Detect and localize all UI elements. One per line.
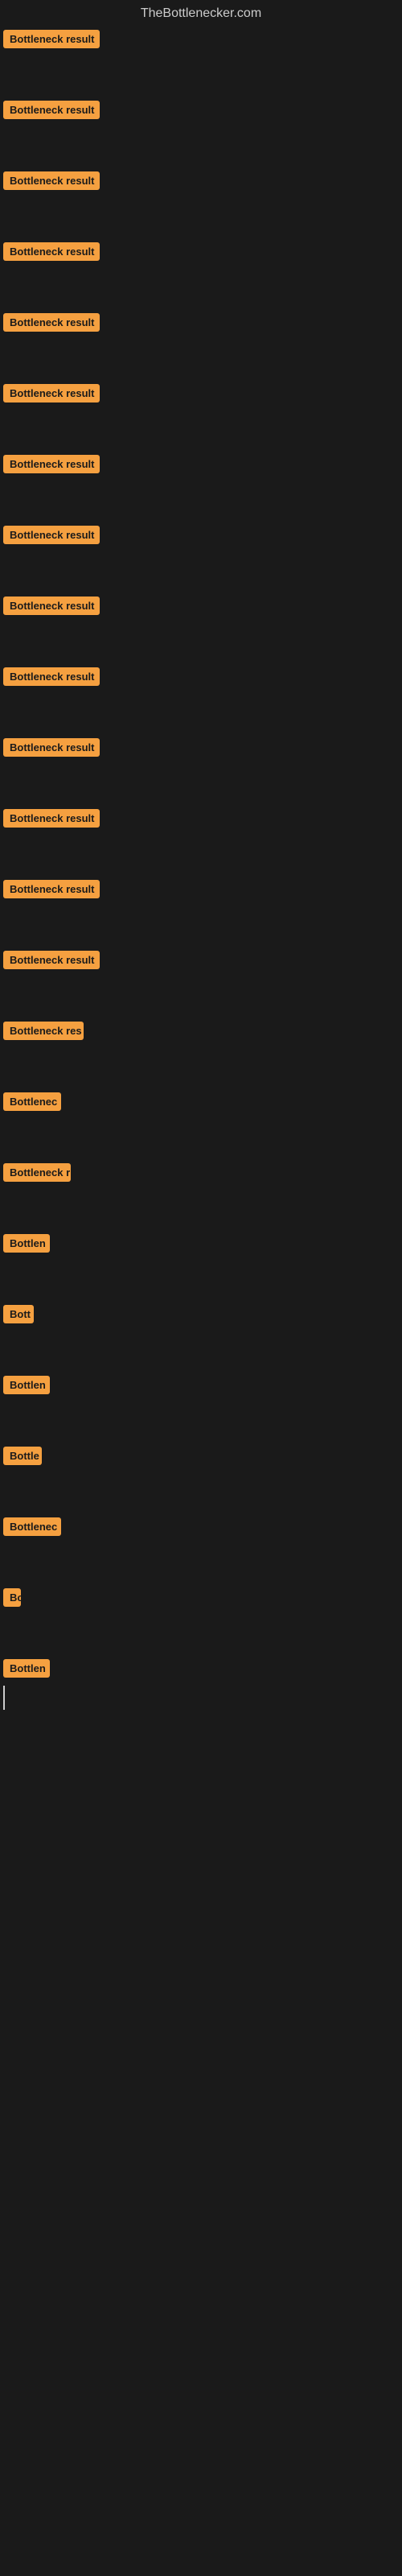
bottleneck-row: Bottlen — [3, 1373, 402, 1396]
bottleneck-result-tag[interactable]: Bottleneck result — [3, 455, 100, 473]
bottleneck-row: Bottle — [3, 1444, 402, 1467]
bottleneck-result-tag[interactable]: Bottlen — [3, 1659, 50, 1678]
bottleneck-result-tag[interactable]: Bottleneck result — [3, 242, 100, 261]
bottleneck-row: Bottleneck result — [3, 736, 402, 758]
bottleneck-result-tag[interactable]: Bottleneck result — [3, 880, 100, 898]
bottleneck-row: Bottleneck result — [3, 240, 402, 262]
bottleneck-row: Bottleneck r — [3, 1161, 402, 1183]
bottleneck-result-tag[interactable]: Bottleneck result — [3, 597, 100, 615]
bottleneck-row: Bottlen — [3, 1232, 402, 1254]
bottleneck-row: Bottleneck result — [3, 382, 402, 404]
bottleneck-result-tag[interactable]: Bottleneck result — [3, 171, 100, 190]
bottleneck-row: Bottleneck result — [3, 311, 402, 333]
bottleneck-row: Bottlenec — [3, 1090, 402, 1113]
bottleneck-row: Bottleneck result — [3, 665, 402, 687]
bottleneck-row: Bott — [3, 1302, 402, 1325]
bottleneck-result-tag[interactable]: Bottleneck result — [3, 667, 100, 686]
bottleneck-row: Bottleneck result — [3, 877, 402, 900]
bottleneck-result-tag[interactable]: Bottlenec — [3, 1092, 61, 1111]
bottleneck-row: Bottlen — [3, 1657, 402, 1679]
bottleneck-result-tag[interactable]: Bottleneck result — [3, 951, 100, 969]
bottleneck-result-tag[interactable]: Bottleneck result — [3, 738, 100, 757]
bottleneck-result-tag[interactable]: Bottlen — [3, 1376, 50, 1394]
bottleneck-row: Bottleneck res — [3, 1019, 402, 1042]
bottleneck-row: Bottlenec — [3, 1515, 402, 1538]
bottleneck-result-tag[interactable]: Bottleneck res — [3, 1022, 84, 1040]
bottleneck-row: Bottleneck result — [3, 948, 402, 971]
bottleneck-result-tag[interactable]: Bottlen — [3, 1234, 50, 1253]
bottleneck-result-tag[interactable]: Bottleneck result — [3, 809, 100, 828]
bottleneck-row: Bo — [3, 1586, 402, 1608]
bottleneck-result-tag[interactable]: Bottleneck result — [3, 526, 100, 544]
bottleneck-result-tag[interactable]: Bottleneck result — [3, 384, 100, 402]
site-title: TheBottlenecker.com — [0, 0, 402, 24]
bottleneck-result-tag[interactable]: Bottlenec — [3, 1517, 61, 1536]
bottleneck-result-tag[interactable]: Bottle — [3, 1447, 42, 1465]
bottleneck-row: Bottleneck result — [3, 807, 402, 829]
cursor-line — [3, 1686, 5, 1710]
bottleneck-row: Bottleneck result — [3, 169, 402, 192]
bottleneck-row: Bottleneck result — [3, 452, 402, 475]
bottleneck-row: Bottleneck result — [3, 523, 402, 546]
bottleneck-result-tag[interactable]: Bottleneck result — [3, 30, 100, 48]
bottleneck-row: Bottleneck result — [3, 98, 402, 121]
bottleneck-result-tag[interactable]: Bottleneck result — [3, 101, 100, 119]
bottleneck-row: Bottleneck result — [3, 27, 402, 50]
bottleneck-result-tag[interactable]: Bottleneck result — [3, 313, 100, 332]
bottleneck-row: Bottleneck result — [3, 594, 402, 617]
bottleneck-result-tag[interactable]: Bottleneck r — [3, 1163, 71, 1182]
bottleneck-result-tag[interactable]: Bo — [3, 1588, 21, 1607]
bottleneck-result-tag[interactable]: Bott — [3, 1305, 34, 1323]
